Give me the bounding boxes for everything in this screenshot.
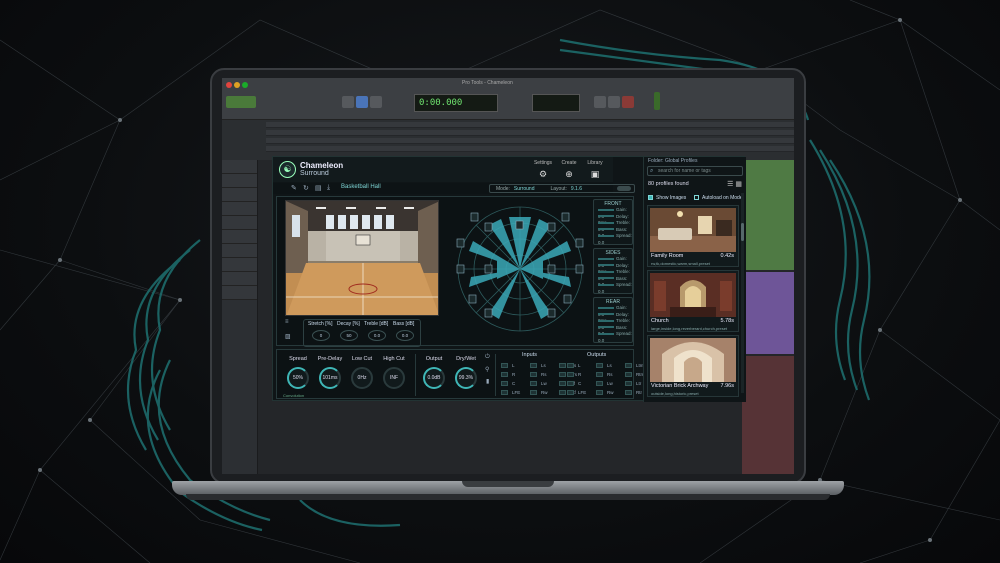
daw-meter xyxy=(654,92,660,110)
zoom-window-dot[interactable] xyxy=(242,82,248,88)
library-icon: ▣ xyxy=(590,169,600,179)
outputs-title: Outputs xyxy=(587,352,607,358)
save-icon[interactable]: ▤ xyxy=(315,184,322,192)
eq-controls: Stretch [%] Decay [%] Treble [dB] Bass [… xyxy=(303,319,421,347)
high-cut-knob[interactable]: High Cut INF xyxy=(375,356,413,389)
profile-card[interactable]: Family Room 0.42s rw,tk,domestic,warm,sm… xyxy=(647,205,739,267)
pencil-icon[interactable]: ✎ xyxy=(291,184,297,192)
settings-button[interactable]: Settings ⚙ xyxy=(531,160,555,180)
laptop-notch xyxy=(462,481,554,487)
stretch-label: Stretch [%] xyxy=(308,321,333,327)
transport-play-button[interactable] xyxy=(608,96,620,108)
profile-card[interactable]: Victorian Brick Archway 7.96s outside,lo… xyxy=(647,335,739,397)
transport-record-button[interactable] xyxy=(622,96,634,108)
minimize-window-dot[interactable] xyxy=(234,82,240,88)
power-icon[interactable]: ⏻ xyxy=(485,354,490,361)
autoload-checkbox[interactable]: Autoload on Mode xyxy=(694,195,743,201)
search-icon: ⌕ xyxy=(650,168,654,174)
mode-value: Surround xyxy=(513,186,535,192)
track-list xyxy=(222,160,258,474)
profile-thumbnail xyxy=(650,273,736,317)
speaker-group-front[interactable]: FRONT Gain: 0.0 Delay: 0ms Treble: 0.0 B… xyxy=(593,199,633,245)
outputs-matrix[interactable]: L Ls Ltm R Rs Rtm C Lw Ltr LFE Rw Rtr xyxy=(567,361,654,397)
speaker-group-sides[interactable]: SIDES Gain: 0.0 Delay: 0ms Treble: 0.0 B… xyxy=(593,248,633,294)
dry-wet-knob[interactable]: Dry/Wet 99.3% xyxy=(447,356,485,389)
image-icon[interactable]: ▨ xyxy=(285,333,291,340)
transport-stop-button[interactable] xyxy=(594,96,606,108)
link-icon[interactable]: ⚲ xyxy=(485,366,489,373)
library-button[interactable]: Library ▣ xyxy=(583,160,607,180)
ir-label-icon: ≡ xyxy=(285,319,289,325)
meter-icon: ▮ xyxy=(486,379,490,385)
status-text: Convolution xyxy=(283,393,305,398)
layout-value: 9.1.6 xyxy=(570,186,583,192)
bass-value[interactable]: 0.0 xyxy=(396,330,414,341)
profile-thumbnail xyxy=(650,338,736,382)
daw-tool-button[interactable] xyxy=(370,96,382,108)
mode-layout-selector[interactable]: Mode: Surround Layout: 9.1.6 xyxy=(489,184,635,193)
list-view-icon[interactable]: ☰ xyxy=(727,181,733,188)
laptop-screen: Pro Tools - Chameleon 0:00.000 ☯ Chamele… xyxy=(222,78,794,474)
divider xyxy=(495,354,496,396)
decay-value[interactable]: 50 xyxy=(340,330,358,341)
brand-title: Chameleon xyxy=(300,161,344,170)
treble-value[interactable]: 0.0 xyxy=(368,330,386,341)
profile-thumbnail xyxy=(650,208,736,252)
inputs-title: Inputs xyxy=(522,352,537,358)
download-icon[interactable]: ⤓ xyxy=(327,184,330,192)
daw-tool-button[interactable] xyxy=(342,96,354,108)
plugin-window: ☯ Chameleon Surround Settings ⚙ Create ⊕ L… xyxy=(272,156,746,402)
show-images-checkbox[interactable]: Show Images xyxy=(648,195,686,201)
bass-label: Bass [dB] xyxy=(393,321,415,327)
green-clip[interactable] xyxy=(742,160,794,270)
profile-library: Folder: Global Profiles ⌕ search for nam… xyxy=(643,157,746,402)
decay-label: Decay [%] xyxy=(337,321,360,327)
purple-clip[interactable] xyxy=(742,272,794,354)
view-toggle[interactable]: ☰ ▦ xyxy=(727,180,742,188)
controls-panel: Spread 50% Pre-Delay 101ms Low Cut 0Hz High… xyxy=(276,349,644,399)
gear-icon: ⚙ xyxy=(538,169,548,179)
red-clip[interactable] xyxy=(742,356,794,474)
brand-subtitle: Surround xyxy=(300,170,329,177)
stretch-value[interactable]: 0 xyxy=(312,330,330,341)
daw-toolbar: Pro Tools - Chameleon 0:00.000 xyxy=(222,78,794,120)
library-scrollbar[interactable] xyxy=(741,193,744,393)
folder-label[interactable]: Folder: Global Profiles xyxy=(648,158,697,164)
create-button[interactable]: Create ⊕ xyxy=(557,160,581,180)
daw-window-title: Pro Tools - Chameleon xyxy=(462,80,513,86)
room-photo xyxy=(285,200,439,316)
laptop-foot xyxy=(186,494,830,500)
plugin-header: ☯ Chameleon Surround Settings ⚙ Create ⊕ L… xyxy=(273,157,613,182)
background: Pro Tools - Chameleon 0:00.000 ☯ Chamele… xyxy=(0,0,1000,563)
clip-column xyxy=(742,160,794,474)
sub-counter xyxy=(532,94,580,112)
profile-card[interactable]: Church 5.78s large,inside,long,reverbera… xyxy=(647,270,739,332)
refresh-icon[interactable]: ↻ xyxy=(303,184,309,192)
treble-label: Treble [dB] xyxy=(364,321,389,327)
plugin-toolbar: ✎ ↻ ▤ ⤓ Basketball Hall Mode: Surround Lay… xyxy=(273,183,635,194)
room-panel: ≡ ▨ Stretch [%] Decay [%] Treble [dB] Ba… xyxy=(276,196,634,347)
grid-view-icon[interactable]: ▦ xyxy=(735,181,742,188)
library-search-input[interactable]: ⌕ search for name or tags xyxy=(647,166,743,176)
preset-name[interactable]: Basketball Hall xyxy=(341,184,381,190)
close-window-dot[interactable] xyxy=(226,82,232,88)
magnifier-plus-icon: ⊕ xyxy=(565,169,573,179)
layout-toggle[interactable] xyxy=(617,186,631,191)
main-counter: 0:00.000 xyxy=(414,94,498,112)
speaker-radar[interactable] xyxy=(449,201,591,341)
daw-mode-button[interactable] xyxy=(226,96,256,108)
chameleon-logo-icon: ☯ xyxy=(279,161,296,178)
profile-count: 80 profiles found xyxy=(648,181,689,187)
timeline-ruler[interactable] xyxy=(222,120,794,160)
daw-tool-button[interactable] xyxy=(356,96,368,108)
speaker-group-rear[interactable]: REAR Gain: 0.0 Delay: 0ms Treble: 0.0 Ba… xyxy=(593,297,633,343)
